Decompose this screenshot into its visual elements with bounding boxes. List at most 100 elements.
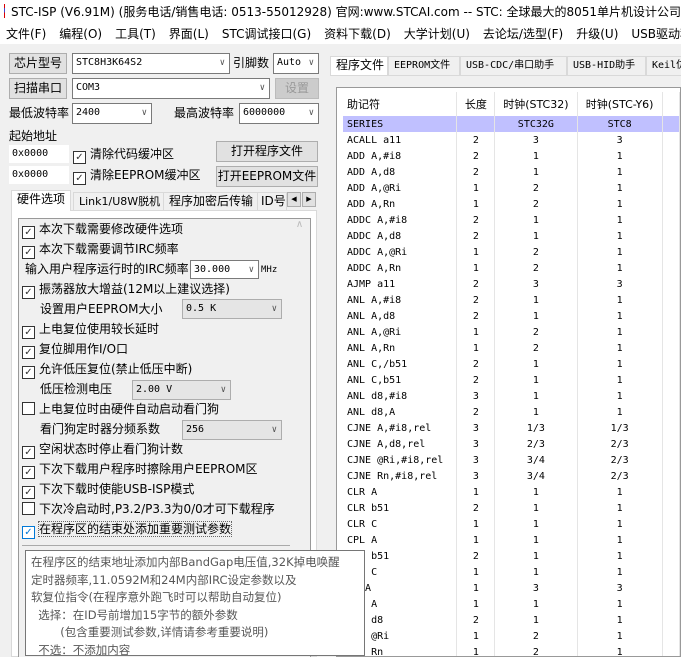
menu-item[interactable]: 文件(F) [0, 25, 53, 42]
open-eeprom-file-button[interactable]: 打开EEPROM文件 [216, 166, 318, 187]
right-tab[interactable]: EEPROM文件 [388, 56, 460, 76]
right-tab[interactable]: Keil仿真 [646, 56, 681, 76]
table-row[interactable]: DEC A111 [343, 596, 680, 612]
menu-item[interactable]: 工具(T) [109, 25, 163, 42]
port-select[interactable]: COM3 ∨ [72, 78, 270, 99]
table-row[interactable]: ANL A,@Ri 1 2 1 [343, 324, 680, 340]
option-adjust-irc[interactable]: ✓ 本次下载需要调节IRC频率 [22, 240, 179, 259]
table-row[interactable]: CLR b51 2 1 1 [343, 500, 680, 516]
table-row[interactable]: CJNE A,#i8,rel 3 1/3 1/3 [343, 420, 680, 436]
table-row[interactable]: ANL d8,#i8 3 1 1 [343, 388, 680, 404]
option-oscillator-gain[interactable]: ✓ 振荡器放大增益(12M以上建议选择) [22, 280, 230, 299]
chip-model-label-button[interactable]: 芯片型号 [9, 53, 67, 74]
table-row[interactable]: ADD A,@Ri 1 2 1 [343, 180, 680, 196]
table-row[interactable]: CPL A111 [343, 532, 680, 548]
chevron-down-icon: ∨ [141, 108, 147, 118]
right-tab[interactable]: USB-HID助手 [567, 56, 646, 76]
table-row[interactable]: CJNE A,d8,rel 3 2/3 2/3 [343, 436, 680, 452]
clear-code-checkbox[interactable]: ✓ 清除代码缓冲区 [73, 145, 174, 164]
option-cold-start-p32-p33[interactable]: 下次冷启动时,P3.2/P3.3为0/0才可下载程序 [22, 500, 275, 518]
table-row[interactable]: AJMP a11 2 3 3 [343, 276, 680, 292]
option-low-voltage-reset[interactable]: ✓ 允许低压复位(禁止低压中断) [22, 360, 192, 379]
table-cell: 1 [577, 500, 663, 516]
pins-select[interactable]: Auto ∨ [273, 53, 319, 74]
option-reset-pin-io[interactable]: ✓ 复位脚用作I/O口 [22, 340, 128, 359]
eeprom-size-select[interactable]: 0.5 K ∨ [182, 299, 282, 319]
menu-item[interactable]: 去论坛/选型(F) [477, 25, 570, 42]
table-row[interactable]: ADD A,#i8 2 1 1 [343, 148, 680, 164]
tab-link1-offline[interactable]: Link1/U8W脱机 [73, 192, 167, 211]
series-row[interactable]: SERIES STC32G STC8 [343, 116, 680, 132]
column-header-mnemonic[interactable]: 助记符 [343, 92, 458, 116]
table-row[interactable]: ADDC A,Rn 1 2 1 [343, 260, 680, 276]
scroll-up-icon[interactable]: ∧ [296, 219, 303, 230]
option-auto-watchdog[interactable]: 上电复位时由硬件自动启动看门狗 [22, 400, 219, 418]
table-row[interactable]: CLR C111 [343, 516, 680, 532]
table-cell [662, 436, 680, 452]
tab-encrypted-transfer[interactable]: 程序加密后传输 [163, 192, 260, 211]
option-add-test-params[interactable]: ✓ 在程序区的结束处添加重要测试参数 [22, 520, 233, 539]
menu-item[interactable]: USB驱动程序 [625, 25, 681, 42]
column-header-more[interactable] [662, 92, 680, 116]
table-row[interactable]: ANL d8,A 2 1 1 [343, 404, 680, 420]
table-row[interactable]: ANL A,#i8 2 1 1 [343, 292, 680, 308]
menu-item[interactable]: STC调试接口(G) [216, 25, 318, 42]
table-row[interactable]: DEC @Ri 1 2 1 [343, 628, 680, 644]
start-address-input-2[interactable]: 0x0000 [9, 166, 69, 184]
table-row[interactable]: ANL C,b51 2 1 1 [343, 372, 680, 388]
min-baud-select[interactable]: 2400 ∨ [72, 103, 152, 124]
table-row[interactable]: DA A133 [343, 580, 680, 596]
table-cell: 1 [494, 388, 578, 404]
option-long-reset-delay[interactable]: ✓ 上电复位使用较长延时 [22, 320, 159, 339]
table-row[interactable]: CPL C111 [343, 564, 680, 580]
menu-item[interactable]: 编程(O) [53, 25, 109, 42]
open-program-file-button[interactable]: 打开程序文件 [216, 141, 318, 162]
column-header-length[interactable]: 长度 [456, 92, 496, 116]
max-baud-select[interactable]: 6000000 ∨ [239, 103, 319, 124]
menu-item[interactable]: 大学计划(U) [398, 25, 477, 42]
tab-hardware-options[interactable]: 硬件选项 [11, 190, 72, 211]
table-row[interactable]: DEC d8 2 1 1 [343, 612, 680, 628]
checkbox-checked-icon: ✓ [22, 286, 35, 299]
right-tab[interactable]: 程序文件 [330, 56, 388, 76]
option-modify-hardware[interactable]: ✓ 本次下载需要修改硬件选项 [22, 220, 183, 239]
menu-item[interactable]: 资料下载(D) [318, 25, 398, 42]
table-row[interactable]: ACALL a11 2 3 3 [343, 132, 680, 148]
max-baud-label: 最高波特率 [174, 106, 235, 120]
column-header-clock-stc32[interactable]: 时钟(STC32) [494, 92, 578, 116]
table-row[interactable]: ANL A,d8 2 1 1 [343, 308, 680, 324]
option-usb-isp[interactable]: ✓ 下次下载时使能USB-ISP模式 [22, 480, 194, 499]
column-header-clock-stcy6[interactable]: 时钟(STC-Y6) [577, 92, 663, 116]
menu-item[interactable]: 界面(L) [163, 25, 216, 42]
menu-item[interactable]: 升级(U) [570, 25, 625, 42]
start-address-input-1[interactable]: 0x0000 [9, 145, 69, 163]
options-scrollbar[interactable]: ∧ [290, 219, 309, 539]
wdt-prescaler-select[interactable]: 256 ∨ [182, 420, 282, 440]
lvd-voltage-select[interactable]: 2.00 V ∨ [132, 380, 231, 400]
table-cell: 3 [456, 388, 496, 404]
table-row[interactable]: CJNE @Ri,#i8,rel 3 3/4 2/3 [343, 452, 680, 468]
table-row[interactable]: ADDC A,d8 2 1 1 [343, 228, 680, 244]
right-tab[interactable]: USB-CDC/串口助手 [460, 56, 567, 76]
tab-id[interactable]: ID号 [257, 192, 287, 211]
irc-frequency-select[interactable]: 30.000 ∨ [190, 260, 259, 279]
table-row[interactable]: ADD A,d8 2 1 1 [343, 164, 680, 180]
option-erase-eeprom[interactable]: ✓ 下次下载用户程序时擦除用户EEPROM区 [22, 460, 258, 479]
chip-model-select[interactable]: STC8H3K64S2 ∨ [72, 53, 230, 74]
table-cell [662, 388, 680, 404]
table-row[interactable]: DEC Rn 1 2 1 [343, 644, 680, 656]
table-row[interactable]: ANL C,/b51 2 1 1 [343, 356, 680, 372]
settings-button[interactable]: 设置 [275, 78, 319, 99]
option-idle-stop-watchdog[interactable]: ✓ 空闲状态时停止看门狗计数 [22, 440, 183, 459]
table-row[interactable]: CPL b51 2 1 1 [343, 548, 680, 564]
clear-eeprom-checkbox[interactable]: ✓ 清除EEPROM缓冲区 [73, 166, 201, 185]
tab-scroll-right-icon[interactable]: ▶ [302, 192, 316, 207]
scan-port-button[interactable]: 扫描串口 [9, 78, 67, 99]
table-row[interactable]: ADDC A,#i8 2 1 1 [343, 212, 680, 228]
table-row[interactable]: CLR A111 [343, 484, 680, 500]
tab-scroll-left-icon[interactable]: ◀ [287, 192, 301, 207]
table-row[interactable]: CJNE Rn,#i8,rel 3 3/4 2/3 [343, 468, 680, 484]
table-row[interactable]: ANL A,Rn 1 2 1 [343, 340, 680, 356]
table-row[interactable]: ADD A,Rn 1 2 1 [343, 196, 680, 212]
table-row[interactable]: ADDC A,@Ri 1 2 1 [343, 244, 680, 260]
